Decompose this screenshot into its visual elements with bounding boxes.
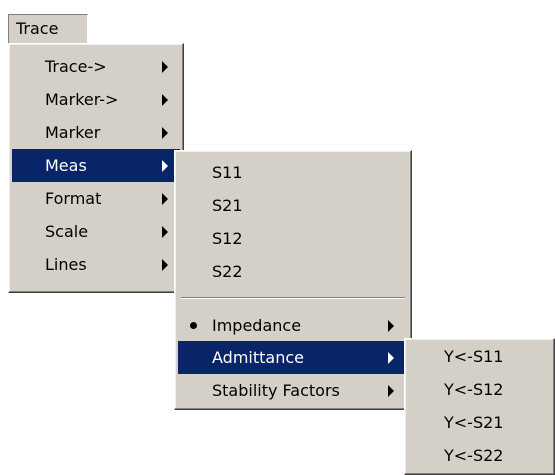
menu-item-label: Meas (45, 156, 87, 175)
menu-item-stability-factors[interactable]: Stability Factors (178, 374, 408, 407)
menu-item-y-s11[interactable]: Y<-S11 (408, 340, 551, 373)
menubar-trace[interactable]: Trace (8, 14, 88, 44)
menubar-trace-label: Trace (16, 19, 59, 38)
submenu-arrow-icon (162, 226, 168, 238)
menu-separator (181, 297, 405, 299)
menu-item-label: Y<-S21 (444, 413, 504, 432)
menu-item-trace-arrow[interactable]: Trace-> (12, 50, 180, 83)
submenu-arrow-icon (162, 193, 168, 205)
submenu-arrow-icon (162, 94, 168, 106)
menu-item-label: Marker (45, 123, 101, 142)
menu-item-y-s12[interactable]: Y<-S12 (408, 373, 551, 406)
menu-item-lines[interactable]: Lines (12, 248, 180, 281)
submenu-arrow-icon (162, 127, 168, 139)
menu-item-marker-arrow[interactable]: Marker-> (12, 83, 180, 116)
menu-item-y-s22[interactable]: Y<-S22 (408, 439, 551, 472)
menu-item-label: Format (45, 189, 102, 208)
menu-item-label: Lines (45, 255, 87, 274)
menu-item-s21[interactable]: S21 (178, 189, 408, 222)
menu-item-s11[interactable]: S11 (178, 156, 408, 189)
menu-item-meas[interactable]: Meas (12, 149, 180, 182)
menu-item-label: Trace-> (45, 57, 107, 76)
menu-item-marker[interactable]: Marker (12, 116, 180, 149)
menu-item-label: Y<-S12 (444, 380, 504, 399)
menu-item-scale[interactable]: Scale (12, 215, 180, 248)
menu-item-label: Scale (45, 222, 89, 241)
menu-item-label: Marker-> (45, 90, 119, 109)
submenu-arrow-icon (162, 259, 168, 271)
menu-item-label: S21 (212, 196, 243, 215)
radio-bullet-icon (190, 322, 197, 329)
meas-menu: S11 S21 S12 S22 Impedance Admittance Sta… (174, 150, 412, 410)
submenu-arrow-icon (388, 320, 394, 332)
submenu-arrow-icon (162, 160, 168, 172)
submenu-arrow-icon (388, 352, 394, 364)
menu-item-label: S12 (212, 229, 243, 248)
menu-item-s22[interactable]: S22 (178, 255, 408, 288)
menu-item-label: Impedance (212, 316, 302, 335)
menu-item-impedance[interactable]: Impedance (178, 309, 408, 342)
menu-item-admittance[interactable]: Admittance (178, 341, 408, 374)
admittance-menu: Y<-S11 Y<-S12 Y<-S21 Y<-S22 (404, 338, 555, 475)
submenu-arrow-icon (162, 61, 168, 73)
menu-item-y-s21[interactable]: Y<-S21 (408, 406, 551, 439)
menu-item-format[interactable]: Format (12, 182, 180, 215)
menu-item-label: S22 (212, 262, 243, 281)
menu-item-label: Y<-S11 (444, 347, 504, 366)
trace-menu: Trace-> Marker-> Marker Meas Format Scal… (8, 43, 184, 293)
menu-item-label: Stability Factors (212, 381, 340, 400)
menu-item-label: Y<-S22 (444, 446, 504, 465)
menu-item-label: Admittance (212, 348, 304, 367)
menu-item-label: S11 (212, 163, 243, 182)
menu-item-s12[interactable]: S12 (178, 222, 408, 255)
submenu-arrow-icon (388, 385, 394, 397)
